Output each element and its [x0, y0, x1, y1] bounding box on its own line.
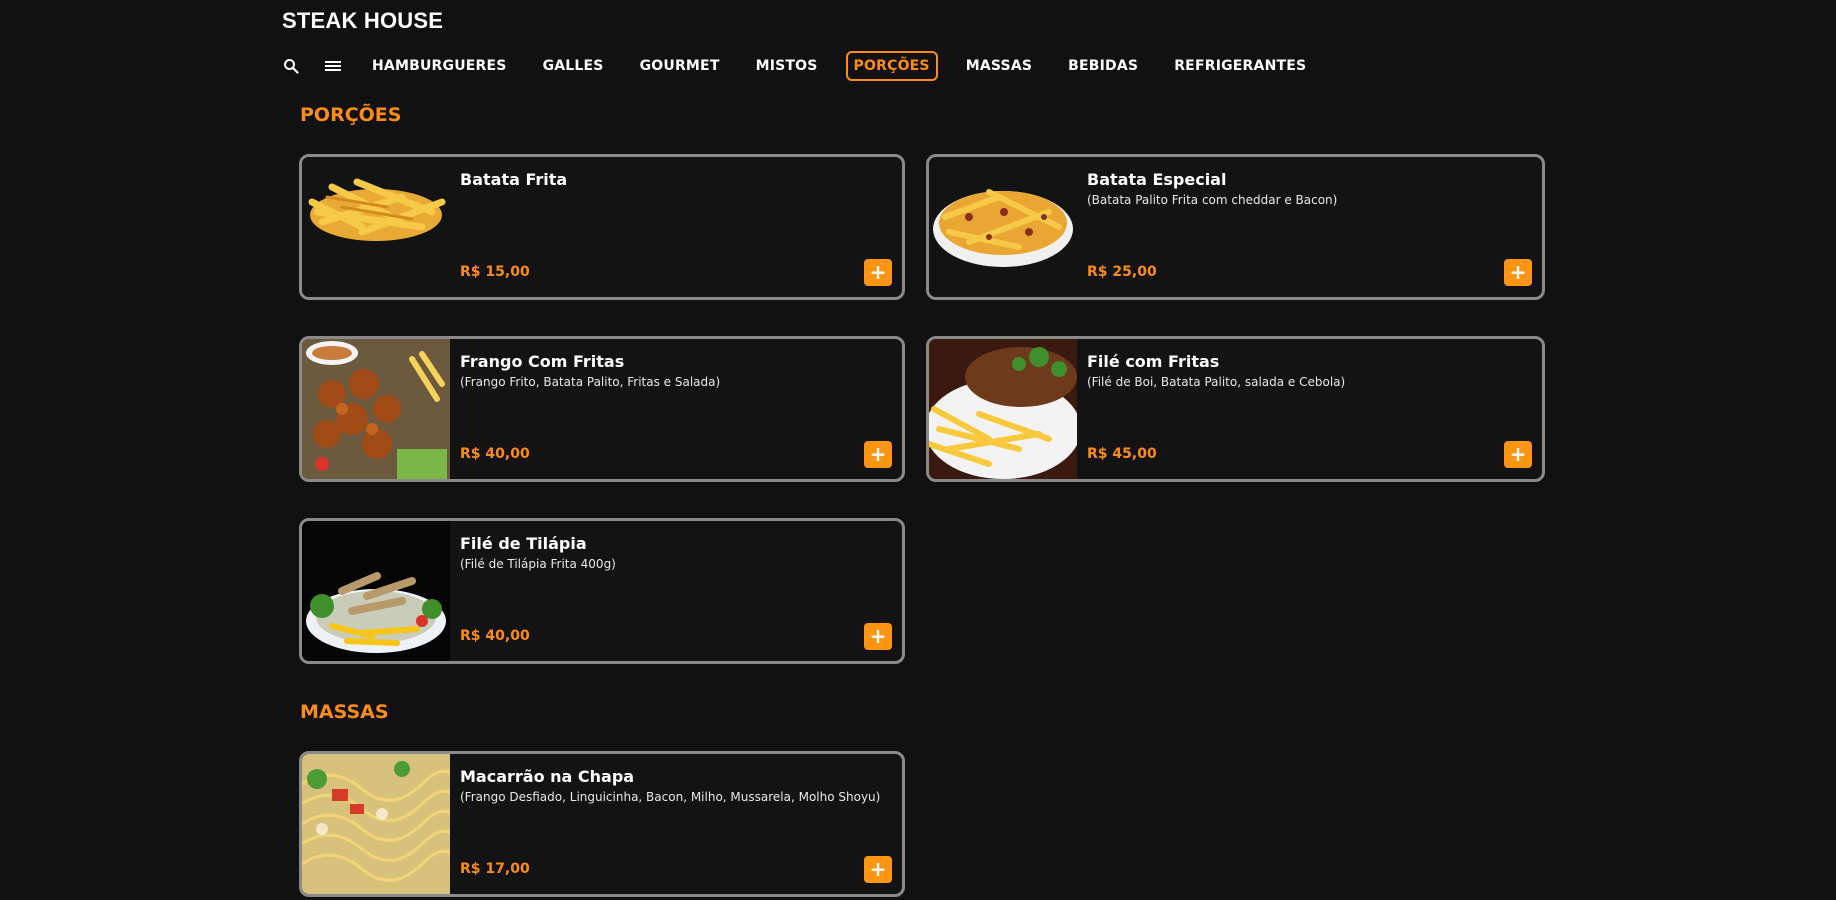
- product-image: [929, 157, 1077, 297]
- product-name: Frango Com Fritas: [460, 352, 625, 371]
- product-image: [302, 521, 450, 661]
- product-price: R$ 40,00: [460, 628, 530, 644]
- add-to-cart-button[interactable]: +: [1504, 441, 1532, 468]
- product-description: (Batata Palito Frita com cheddar e Bacon…: [1087, 193, 1338, 207]
- add-to-cart-button[interactable]: +: [864, 856, 892, 883]
- section-title-massas: MASSAS: [300, 701, 389, 723]
- product-image: [929, 339, 1077, 479]
- category-nav: HAMBURGUERES GALLES GOURMET MISTOS PORÇÕ…: [280, 50, 1314, 82]
- product-description: (Frango Desfiado, Linguicinha, Bacon, Mi…: [460, 790, 881, 804]
- menu-page: STEAK HOUSE HAMBURGUERES GALLES GOURMET …: [0, 0, 1836, 900]
- tab-porcoes[interactable]: PORÇÕES: [845, 51, 938, 81]
- tab-gourmet[interactable]: GOURMET: [632, 51, 728, 81]
- product-price: R$ 45,00: [1087, 446, 1157, 462]
- product-description: (Frango Frito, Batata Palito, Fritas e S…: [460, 375, 721, 389]
- product-price: R$ 17,00: [460, 861, 530, 877]
- menu-icon[interactable]: [322, 55, 344, 77]
- add-to-cart-button[interactable]: +: [864, 259, 892, 286]
- product-name: Filé com Fritas: [1087, 352, 1220, 371]
- product-price: R$ 40,00: [460, 446, 530, 462]
- section-title-porcoes: PORÇÕES: [300, 104, 402, 126]
- search-icon[interactable]: [280, 55, 302, 77]
- product-price: R$ 15,00: [460, 264, 530, 280]
- tab-hamburgueres[interactable]: HAMBURGUERES: [364, 51, 515, 81]
- product-name: Filé de Tilápia: [460, 534, 587, 553]
- add-to-cart-button[interactable]: +: [864, 441, 892, 468]
- product-card-frango-com-fritas[interactable]: Frango Com Fritas (Frango Frito, Batata …: [299, 336, 905, 482]
- product-image: [302, 157, 450, 297]
- add-to-cart-button[interactable]: +: [1504, 259, 1532, 286]
- product-name: Macarrão na Chapa: [460, 767, 635, 786]
- tab-bebidas[interactable]: BEBIDAS: [1060, 51, 1146, 81]
- tab-refrigerantes[interactable]: REFRIGERANTES: [1166, 51, 1314, 81]
- product-image: [302, 754, 450, 894]
- tab-massas[interactable]: MASSAS: [958, 51, 1040, 81]
- product-card-file-com-fritas[interactable]: Filé com Fritas (Filé de Boi, Batata Pal…: [926, 336, 1545, 482]
- product-price: R$ 25,00: [1087, 264, 1157, 280]
- product-description: (Filé de Tilápia Frita 400g): [460, 557, 616, 571]
- product-card-macarrao-na-chapa[interactable]: Macarrão na Chapa (Frango Desfiado, Ling…: [299, 751, 905, 897]
- add-to-cart-button[interactable]: +: [864, 623, 892, 650]
- product-card-file-de-tilapia[interactable]: Filé de Tilápia (Filé de Tilápia Frita 4…: [299, 518, 905, 664]
- tab-mistos[interactable]: MISTOS: [748, 51, 826, 81]
- product-name: Batata Especial: [1087, 170, 1227, 189]
- product-description: (Filé de Boi, Batata Palito, salada e Ce…: [1087, 375, 1346, 389]
- tab-galles[interactable]: GALLES: [535, 51, 612, 81]
- product-card-batata-frita[interactable]: Batata Frita R$ 15,00 +: [299, 154, 905, 300]
- product-card-batata-especial[interactable]: Batata Especial (Batata Palito Frita com…: [926, 154, 1545, 300]
- brand-title: STEAK HOUSE: [282, 8, 444, 33]
- product-image: [302, 339, 450, 479]
- product-name: Batata Frita: [460, 170, 568, 189]
